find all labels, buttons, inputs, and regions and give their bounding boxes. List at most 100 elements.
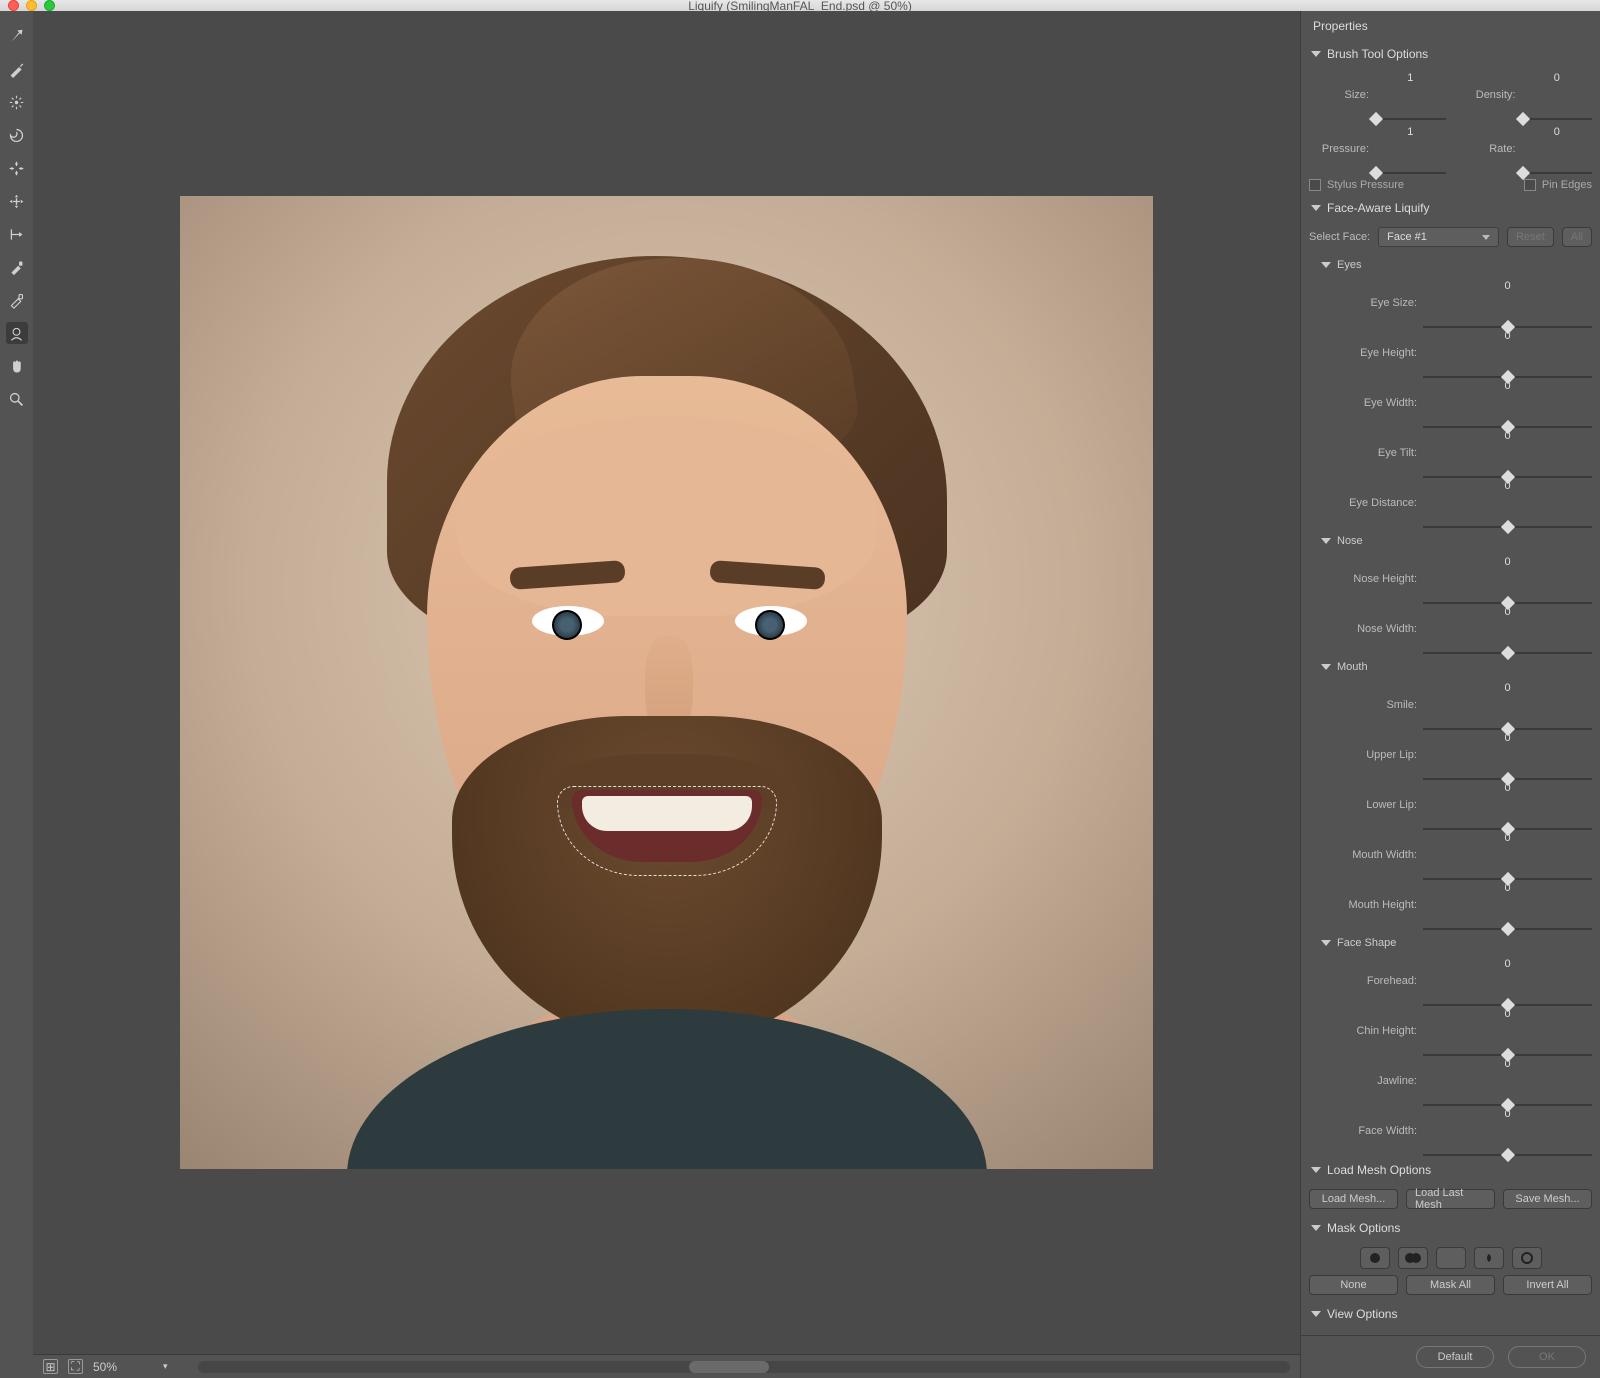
mask-none-button[interactable]: None [1309,1275,1398,1295]
disclosure-triangle-icon [1321,538,1331,544]
thaw-mask-tool[interactable] [6,289,28,311]
disclosure-triangle-icon [1321,664,1331,670]
height-label: Nose Height: [1319,573,1417,585]
disclosure-triangle-icon [1321,262,1331,268]
mask-add-icon[interactable] [1398,1247,1428,1269]
section-label: View Options [1327,1307,1397,1321]
jaw-label: Jawline: [1319,1075,1417,1087]
upper-label: Upper Lip: [1319,749,1417,761]
scrollbar-thumb[interactable] [689,1361,769,1373]
mask-all-button[interactable]: Mask All [1406,1275,1495,1295]
eye-right [735,606,807,636]
properties-panel: Properties Brush Tool Options Size: 1 Pr… [1300,11,1600,1378]
disclosure-triangle-icon [1311,205,1321,211]
zoom-chevron-icon[interactable]: ▾ [163,1361,168,1372]
stylus-pressure-checkbox[interactable] [1309,179,1321,191]
grid-icon[interactable]: ⊞ [43,1359,58,1374]
ok-button[interactable]: OK [1508,1346,1586,1368]
all-button[interactable]: All [1562,227,1592,247]
section-label: Nose [1337,535,1363,547]
smooth-tool[interactable] [6,91,28,113]
liquify-window: Liquify (SmilingManFAL_End.psd @ 50%) [0,0,1600,1092]
size-label: Eye Size: [1319,297,1417,309]
disclosure-triangle-icon [1311,1167,1321,1173]
lower-label: Lower Lip: [1319,799,1417,811]
size-value[interactable]: 1 [1407,71,1413,119]
section-label: Brush Tool Options [1327,47,1428,61]
section-label: Mouth [1337,661,1368,673]
disclosure-triangle-icon [1321,940,1331,946]
height-label: Eye Height: [1319,347,1417,359]
select-face-dropdown[interactable]: Face #1 [1378,227,1499,247]
pin-edges-checkbox[interactable] [1524,179,1536,191]
forward-warp-tool[interactable] [6,25,28,47]
canvas-area: ⊞ ⛶ 50% ▾ [33,11,1300,1378]
section-label: Face-Aware Liquify [1327,201,1430,215]
section-mask-options[interactable]: Mask Options [1309,1215,1592,1241]
size-label: Size: [1309,89,1369,101]
stylus-pressure-label: Stylus Pressure [1327,179,1404,191]
document-image [180,196,1153,1169]
section-label: Face Shape [1337,937,1396,949]
section-label: Load Mesh Options [1327,1163,1431,1177]
window-title: Liquify (SmilingManFAL_End.psd @ 50%) [0,0,1600,13]
canvas[interactable] [33,11,1300,1354]
section-view-options[interactable]: View Options [1309,1301,1592,1327]
dialog-footer: Default OK [1301,1335,1600,1378]
width-label: Eye Width: [1319,397,1417,409]
push-left-tool[interactable] [6,223,28,245]
reconstruct-tool[interactable] [6,58,28,80]
section-brush-tool-options[interactable]: Brush Tool Options [1309,41,1592,67]
zoom-display[interactable]: 50% [93,1360,153,1374]
panel-title: Properties [1301,11,1600,41]
teeth-shape [582,796,752,831]
mask-subtract-icon[interactable] [1436,1247,1466,1269]
mask-invert-button[interactable]: Invert All [1503,1275,1592,1295]
default-button[interactable]: Default [1416,1346,1494,1368]
mheight-label: Mouth Height: [1319,899,1417,911]
horizontal-scrollbar[interactable] [198,1361,1290,1373]
pucker-tool[interactable] [6,157,28,179]
section-mouth[interactable]: Mouth [1319,655,1592,679]
select-face-label: Select Face: [1309,231,1370,243]
mask-invert-icon[interactable] [1512,1247,1542,1269]
face-tool[interactable] [6,322,28,344]
pressure-label: Pressure: [1309,143,1369,155]
select-face-value: Face #1 [1387,231,1427,243]
expand-icon[interactable]: ⛶ [68,1359,83,1374]
twirl-tool[interactable] [6,124,28,146]
save-mesh-button[interactable]: Save Mesh... [1503,1189,1592,1209]
section-face-aware-liquify[interactable]: Face-Aware Liquify [1309,195,1592,221]
section-eyes[interactable]: Eyes [1319,253,1592,277]
density-value[interactable]: 0 [1554,71,1560,119]
disclosure-triangle-icon [1311,1225,1321,1231]
section-label: Mask Options [1327,1221,1400,1235]
section-label: Eyes [1337,259,1361,271]
mask-intersect-icon[interactable] [1474,1247,1504,1269]
forehead-label: Forehead: [1319,975,1417,987]
bloat-tool[interactable] [6,190,28,212]
panel-scroll[interactable]: Brush Tool Options Size: 1 Pressure: 1 D… [1301,41,1600,1335]
freeze-mask-tool[interactable] [6,256,28,278]
pin-edges-label: Pin Edges [1542,179,1592,191]
chevron-down-icon [1482,235,1490,240]
load-mesh-button[interactable]: Load Mesh... [1309,1189,1398,1209]
load-last-mesh-button[interactable]: Load Last Mesh [1406,1189,1495,1209]
zoom-tool[interactable] [6,388,28,410]
disclosure-triangle-icon [1311,51,1321,57]
distance-label: Eye Distance: [1319,497,1417,509]
reset-button[interactable]: Reset [1507,227,1554,247]
rate-value[interactable]: 0 [1554,125,1560,173]
hand-tool[interactable] [6,355,28,377]
mask-replace-icon[interactable] [1360,1247,1390,1269]
smile-label: Smile: [1319,699,1417,711]
section-load-mesh[interactable]: Load Mesh Options [1309,1157,1592,1183]
mwidth-label: Mouth Width: [1319,849,1417,861]
pressure-value[interactable]: 1 [1407,125,1413,173]
width-label: Nose Width: [1319,623,1417,635]
section-face-shape[interactable]: Face Shape [1319,931,1592,955]
main-area: ⊞ ⛶ 50% ▾ Properties Brush Tool Options … [0,11,1600,1378]
disclosure-triangle-icon [1311,1311,1321,1317]
density-label: Density: [1456,89,1516,101]
section-nose[interactable]: Nose [1319,529,1592,553]
